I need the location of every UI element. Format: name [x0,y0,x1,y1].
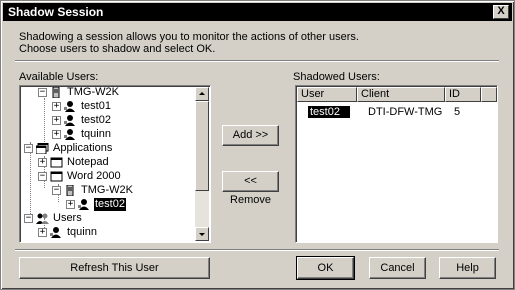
tree-item-computer[interactable]: − TMG-W2K [52,184,134,197]
tree-line [44,98,45,142]
shadowed-users-list[interactable]: User Client ID test02 DTI-DFW-TMG 5 [295,85,498,243]
tree-item-label: tquinn [67,226,97,238]
scroll-up-arrow-icon [199,92,205,95]
ok-button[interactable]: OK [296,256,355,280]
application-window-icon [50,171,63,182]
separator [15,60,499,62]
help-button-label: Help [456,262,479,274]
shadowed-users-label: Shadowed Users: [293,71,380,83]
tree-item-label: Notepad [67,156,109,168]
user-icon [64,115,75,126]
computer-icon [66,185,74,196]
scroll-down-button[interactable] [195,227,209,241]
tree-item-label: test02 [94,198,126,211]
user-icon [78,199,89,210]
cell-user: test02 [310,106,340,118]
expand-icon[interactable]: + [38,158,47,167]
remove-button-label: << Remove [230,175,271,206]
column-header-client[interactable]: Client [357,87,445,102]
window-title: Shadow Session [8,5,104,19]
scroll-up-button[interactable] [195,87,209,101]
applications-icon [36,143,49,154]
tree-item-user[interactable]: + test01 [52,100,112,113]
description-line-1: Shadowing a session allows you to monito… [19,31,359,43]
collapse-icon[interactable]: − [24,144,33,153]
close-icon: X [497,5,505,17]
close-button[interactable]: X [493,5,509,19]
add-button-label: Add >> [232,129,269,141]
application-window-icon [50,157,63,168]
tree-item-user[interactable]: + tquinn [38,226,98,239]
tree-item-user[interactable]: + tquinn [52,128,112,141]
title-bar[interactable]: Shadow Session X [3,3,512,21]
scroll-down-arrow-icon [199,233,205,236]
scroll-thumb[interactable] [195,101,209,191]
user-icon [64,129,75,140]
tree-item-application[interactable]: − Word 2000 [38,170,122,183]
cell-id: 5 [454,106,461,118]
tree-item-applications[interactable]: − Applications [24,142,113,155]
collapse-icon[interactable]: − [38,172,47,181]
collapse-icon[interactable]: − [24,214,33,223]
tree-item-user[interactable]: + test02 [52,114,112,127]
expand-icon[interactable]: + [52,130,61,139]
tree-item-label: TMG-W2K [67,86,119,98]
column-header-id[interactable]: ID [445,87,481,102]
remove-button[interactable]: << Remove [222,171,279,206]
description-line-2: Choose users to shadow and select OK. [19,43,216,55]
users-group-icon [36,213,49,224]
expand-icon[interactable]: + [52,102,61,111]
ok-button-label: OK [317,262,334,274]
column-header-user[interactable]: User [297,87,357,102]
available-users-label: Available Users: [19,71,99,83]
tree-item-users[interactable]: − Users [24,212,83,225]
expand-icon[interactable]: + [38,228,47,237]
tree-item-application[interactable]: + Notepad [38,156,110,169]
tree-item-user-selected[interactable]: + test02 [66,198,126,211]
column-header-filler [481,87,497,102]
tree-item-computer[interactable]: − TMG-W2K [38,86,120,99]
tree-item-label: Applications [53,142,113,154]
tree-item-label: TMG-W2K [81,184,133,196]
shadow-session-dialog: Shadow Session X Shadowing a session all… [0,0,515,290]
collapse-icon[interactable]: − [52,186,61,195]
computer-icon [52,87,60,98]
refresh-user-button[interactable]: Refresh This User [19,257,210,279]
tree-item-label: Word 2000 [67,170,121,182]
user-icon [50,227,61,238]
expand-icon[interactable]: + [66,200,75,209]
refresh-button-label: Refresh This User [70,262,159,274]
add-button[interactable]: Add >> [222,125,279,146]
tree-item-label: Users [53,212,82,224]
cell-client: DTI-DFW-TMG [368,106,443,118]
cancel-button[interactable]: Cancel [369,257,426,279]
bottom-separator [15,249,499,251]
cancel-button-label: Cancel [380,262,415,274]
tree-item-label: test02 [81,114,111,126]
expand-icon[interactable]: + [52,116,61,125]
tree-item-label: test01 [81,100,111,112]
tree-scrollbar[interactable] [195,87,209,241]
collapse-icon[interactable]: − [38,88,47,97]
help-button[interactable]: Help [439,257,496,279]
user-icon [64,101,75,112]
description: Shadowing a session allows you to monito… [19,31,419,55]
tree-item-label: tquinn [81,128,111,140]
available-users-tree[interactable]: − TMG-W2K + test01 + test02 + tquinn − A… [19,85,211,243]
